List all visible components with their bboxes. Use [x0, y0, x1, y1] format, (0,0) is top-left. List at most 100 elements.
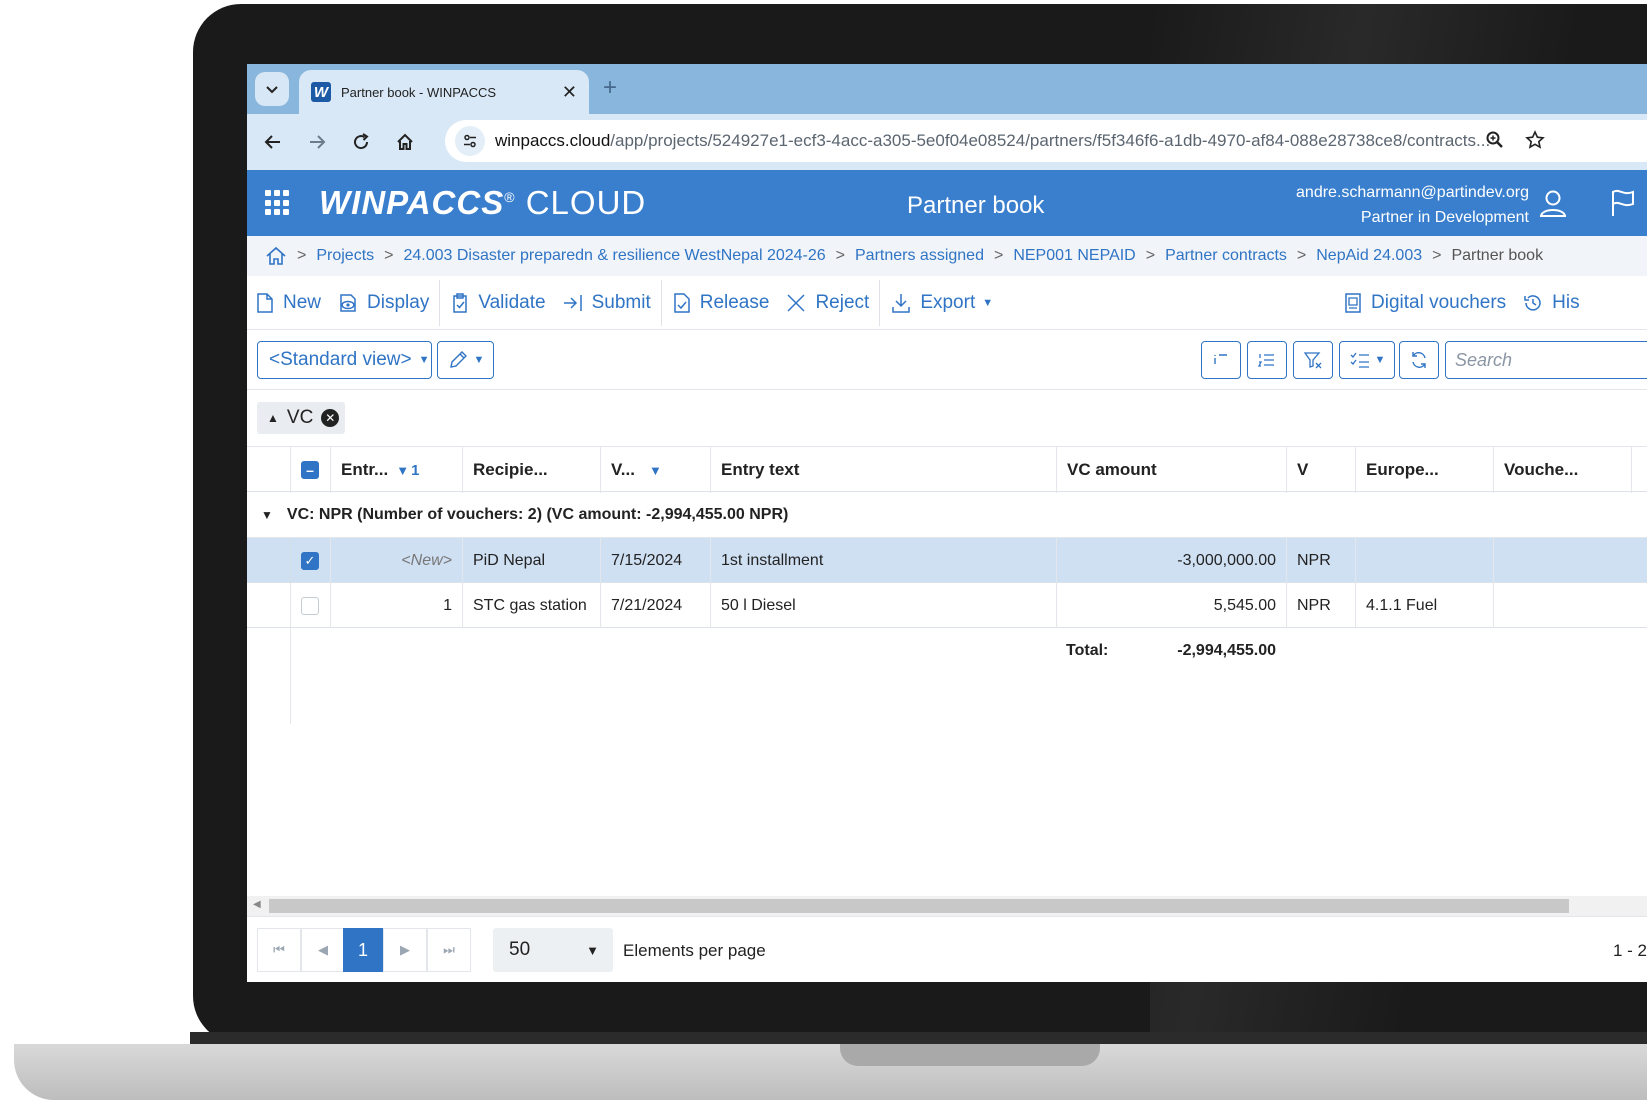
browser-tab[interactable]: W Partner book - WINPACCS ✕ — [299, 70, 589, 114]
column-header-voucher-label: Vouche... — [1504, 460, 1579, 479]
address-bar[interactable]: winpaccs.cloud/app/projects/524927e1-ecf… — [445, 120, 1647, 162]
reject-button[interactable]: Reject — [777, 276, 877, 329]
column-header-voucher-date-label: V... — [611, 460, 635, 479]
column-header-recipient[interactable]: Recipie... — [462, 447, 600, 493]
new-button[interactable]: New — [247, 276, 329, 329]
submit-arrow-icon — [563, 294, 582, 311]
laptop-notch — [840, 1044, 1100, 1066]
column-header-vc-amount[interactable]: VC amount — [1056, 447, 1286, 493]
numbered-list-icon — [1257, 354, 1274, 367]
next-page-icon[interactable]: ▶ — [383, 928, 427, 972]
breadcrumb-partner-contracts[interactable]: Partner contracts — [1165, 247, 1287, 265]
checklist-icon — [1350, 352, 1369, 368]
previous-page-icon[interactable]: ◀ — [301, 928, 345, 972]
site-info-icon[interactable] — [455, 126, 485, 156]
winpaccs-favicon-icon: W — [311, 82, 331, 102]
history-button[interactable]: His — [1514, 276, 1587, 329]
cell-recipient: PiD Nepal — [462, 538, 600, 583]
scrollbar-thumb[interactable] — [269, 899, 1569, 913]
group-row-label: VC: NPR (Number of vouchers: 2) (VC amou… — [286, 505, 789, 523]
view-bar: <Standard view> ▼ ▼ ▼ — [247, 330, 1647, 390]
toolbar-right-group: Digital vouchers His — [1335, 276, 1588, 329]
sort-ascending-icon[interactable]: ▲ — [267, 411, 279, 425]
collapse-group-icon[interactable]: ▼ — [261, 508, 273, 522]
last-page-icon[interactable]: ⏭ — [427, 928, 471, 972]
horizontal-scrollbar[interactable]: ◀ — [247, 896, 1647, 916]
home-icon[interactable] — [383, 120, 427, 164]
screen: W Partner book - WINPACCS ✕ + winpaccs.c… — [247, 64, 1647, 982]
column-header-voucher[interactable]: Vouche... — [1493, 447, 1631, 493]
scroll-left-icon[interactable]: ◀ — [253, 899, 261, 910]
column-header-entry-text[interactable]: Entry text — [710, 447, 1056, 493]
view-selector[interactable]: <Standard view> ▼ — [257, 341, 432, 379]
clear-filter-button[interactable] — [1293, 341, 1333, 379]
column-header-entry-label: Entr... — [341, 460, 389, 479]
table-row[interactable]: ✓ <New> PiD Nepal 7/15/2024 1st installm… — [247, 538, 1647, 583]
select-all-checkbox[interactable]: – — [290, 447, 330, 493]
cell-currency: NPR — [1286, 583, 1355, 628]
list-numbered-button[interactable] — [1247, 341, 1287, 379]
row-checkbox[interactable] — [290, 583, 330, 628]
release-button[interactable]: Release — [664, 276, 778, 329]
cell-voucher — [1493, 538, 1631, 583]
reload-icon[interactable] — [339, 120, 383, 164]
tab-search-button[interactable] — [255, 72, 289, 106]
chevron-down-icon — [266, 86, 278, 94]
cell-entry: 1 — [330, 583, 462, 628]
refresh-button[interactable] — [1399, 341, 1439, 379]
table-row[interactable]: 1 STC gas station 7/21/2024 50 l Diesel … — [247, 583, 1647, 628]
group-row[interactable]: ▼ VC: NPR (Number of vouchers: 2) (VC am… — [247, 492, 1647, 538]
bookmark-star-icon[interactable] — [1525, 130, 1545, 156]
page-number-button[interactable]: 1 — [343, 928, 383, 972]
zoom-icon[interactable] — [1485, 130, 1504, 155]
winpaccs-logo[interactable]: WINPACCS® CLOUD — [319, 184, 646, 222]
reject-x-icon — [787, 293, 805, 312]
row-checkbox[interactable]: ✓ — [290, 538, 330, 583]
checkbox-empty-icon — [301, 596, 319, 615]
search-input-wrapper — [1445, 341, 1647, 379]
pagination-bar: ⏮ ◀ 1 ▶ ⏭ 50 ▼ Elements per page 1 - 2 — [247, 916, 1647, 982]
page-size-select[interactable]: 50 ▼ — [493, 928, 613, 972]
column-header-entry-text-label: Entry text — [721, 460, 800, 479]
edit-view-button[interactable]: ▼ — [437, 341, 494, 379]
column-info-button[interactable] — [1201, 341, 1241, 379]
validate-button[interactable]: Validate — [442, 276, 553, 329]
breadcrumb-projects[interactable]: Projects — [316, 247, 374, 265]
flag-icon[interactable] — [1607, 187, 1639, 219]
cell-date: 7/21/2024 — [600, 583, 710, 628]
user-icon[interactable] — [1537, 187, 1569, 219]
app-launcher-icon[interactable] — [265, 190, 291, 216]
reject-button-label: Reject — [815, 291, 870, 313]
breadcrumb-separator: > — [835, 247, 845, 264]
column-header-entry[interactable]: Entr... ▼ 1 — [330, 447, 462, 493]
back-icon[interactable] — [251, 120, 295, 164]
column-header-european[interactable]: Europe... — [1355, 447, 1493, 493]
home-icon[interactable] — [265, 245, 287, 267]
pencil-icon — [449, 351, 467, 368]
total-label: Total: — [1066, 641, 1109, 659]
display-button[interactable]: Display — [329, 276, 437, 329]
forward-icon[interactable] — [295, 120, 339, 164]
column-header-vc[interactable]: V — [1286, 447, 1355, 493]
submit-button[interactable]: Submit — [554, 276, 659, 329]
caret-down-icon: ▼ — [982, 296, 994, 309]
search-input[interactable] — [1455, 349, 1647, 371]
indeterminate-checkbox-icon: – — [301, 461, 319, 479]
tab-title: Partner book - WINPACCS — [341, 84, 497, 100]
remove-group-icon[interactable]: ✕ — [321, 409, 340, 427]
new-tab-icon[interactable]: + — [603, 74, 617, 102]
breadcrumb-separator: > — [297, 247, 307, 264]
breadcrumb-project[interactable]: 24.003 Disaster preparedn & resilience W… — [403, 247, 825, 265]
close-tab-icon[interactable]: ✕ — [562, 82, 577, 103]
export-button[interactable]: Export ▼ — [882, 276, 1001, 329]
breadcrumb-partner[interactable]: NEP001 NEPAID — [1013, 247, 1135, 265]
first-page-icon[interactable]: ⏮ — [257, 928, 301, 972]
digital-vouchers-button[interactable]: Digital vouchers — [1335, 276, 1514, 329]
group-by-chip[interactable]: ▲ VC ✕ — [257, 402, 345, 434]
cell-vc-amount: -3,000,000.00 — [1056, 538, 1286, 583]
browser-toolbar: winpaccs.cloud/app/projects/524927e1-ecf… — [247, 114, 1647, 170]
column-header-voucher-date[interactable]: V... ▼ — [600, 447, 710, 493]
breadcrumb-contract[interactable]: NepAid 24.003 — [1316, 247, 1422, 265]
column-chooser-button[interactable]: ▼ — [1339, 341, 1395, 379]
breadcrumb-partners-assigned[interactable]: Partners assigned — [855, 247, 984, 265]
